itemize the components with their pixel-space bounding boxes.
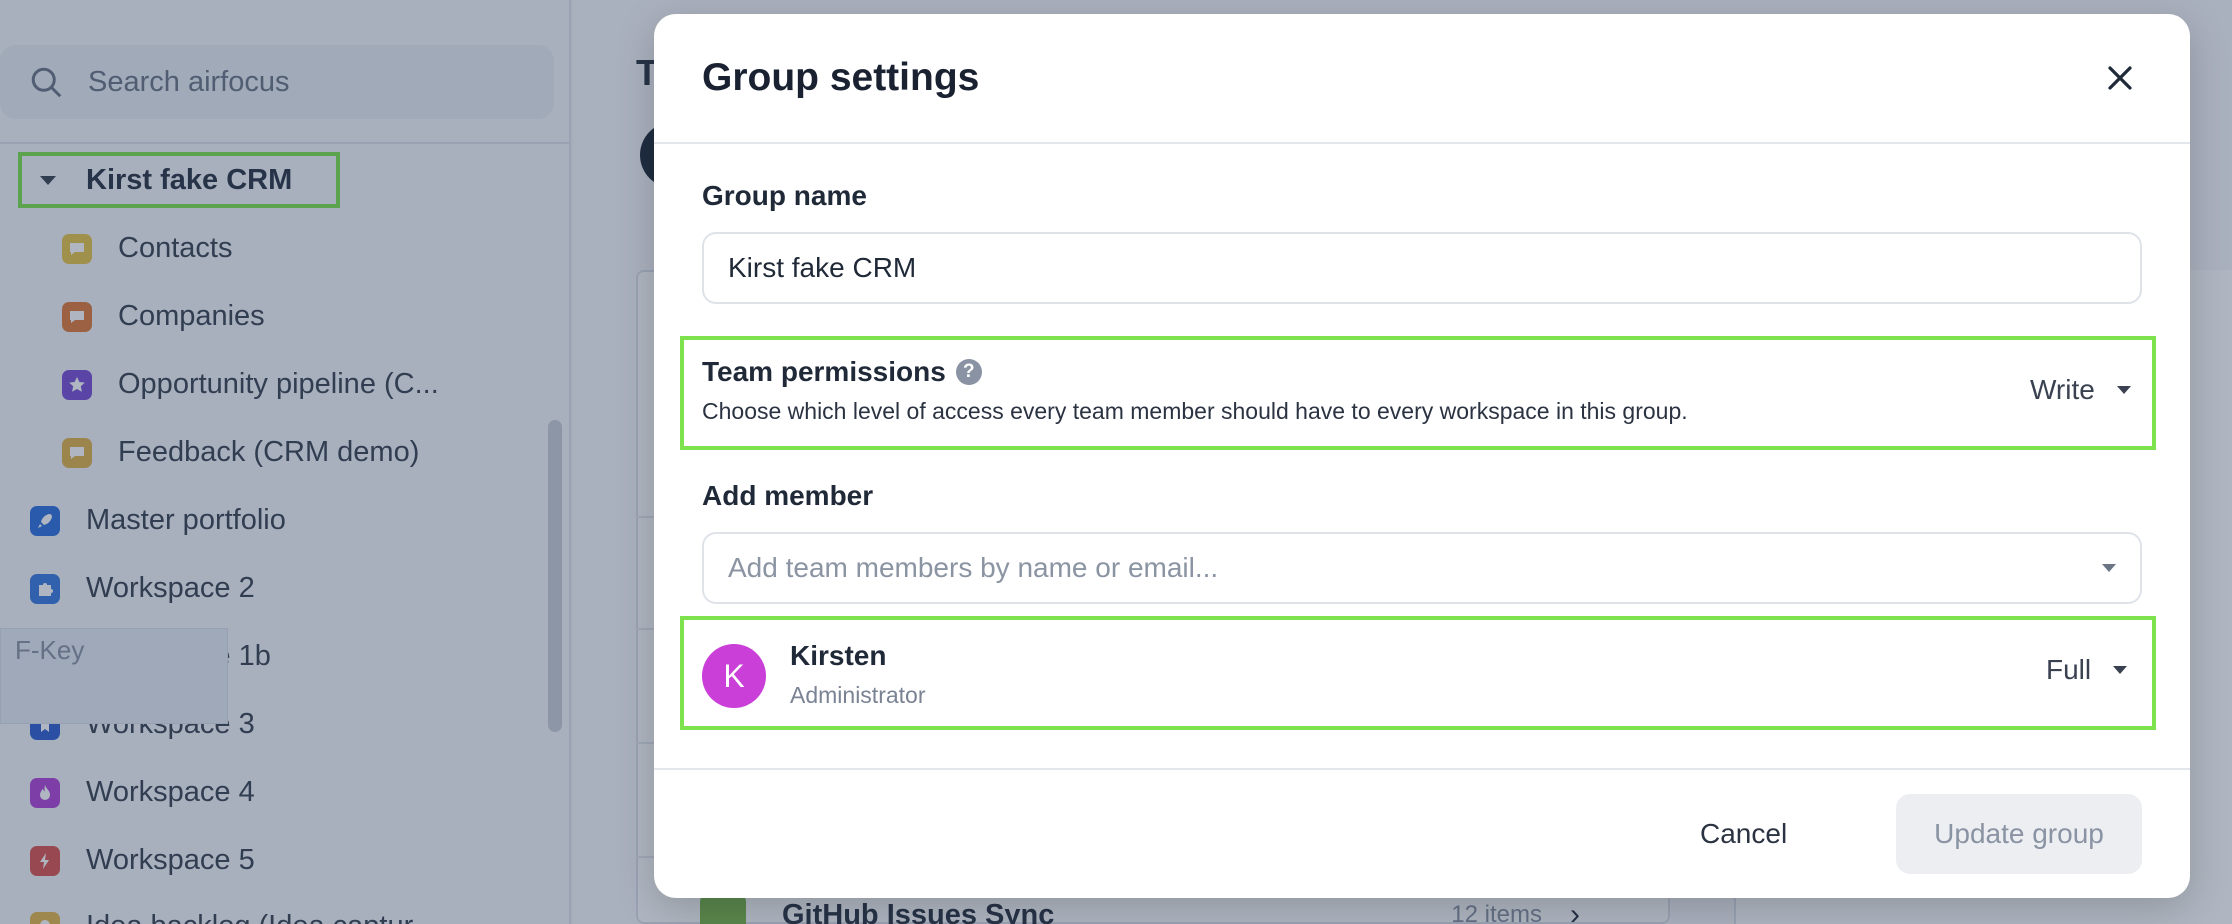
member-permission-select[interactable]: Full: [2046, 654, 2128, 686]
modal-footer: Cancel Update group: [654, 768, 2190, 898]
avatar: K: [702, 644, 766, 708]
group-name-input[interactable]: Kirst fake CRM: [702, 232, 2142, 304]
group-name-label: Group name: [702, 180, 867, 211]
modal-title: Group settings: [702, 56, 980, 99]
add-member-label: Add member: [702, 480, 874, 511]
cancel-button[interactable]: Cancel: [1700, 818, 1787, 850]
team-permissions-value: Write: [2030, 374, 2095, 405]
add-member-input[interactable]: Add team members by name or email...: [702, 532, 2142, 604]
team-permissions-label: Team permissions: [702, 356, 946, 387]
member-role: Administrator: [790, 682, 926, 708]
member-name: Kirsten: [790, 640, 887, 671]
modal-header: Group settings: [654, 14, 2190, 144]
caret-down-icon: [2113, 666, 2128, 674]
team-permissions-description: Choose which level of access every team …: [702, 398, 1688, 424]
member-permission-value: Full: [2046, 654, 2092, 685]
update-group-button[interactable]: Update group: [1896, 794, 2142, 874]
team-permissions-title: Team permissions ?: [702, 356, 982, 388]
caret-down-icon: [2102, 564, 2116, 572]
group-name-value: Kirst fake CRM: [728, 252, 917, 283]
help-icon[interactable]: ?: [955, 359, 982, 385]
close-icon: [2108, 66, 2132, 90]
group-settings-modal: Group settings Group name Kirst fake CRM…: [654, 14, 2190, 898]
add-member-placeholder: Add team members by name or email...: [728, 552, 1219, 583]
team-permissions-row: Team permissions ? Choose which level of…: [680, 336, 2156, 450]
team-permissions-select[interactable]: Write: [2030, 374, 2131, 406]
member-row: K Kirsten Administrator Full: [680, 616, 2156, 730]
close-button[interactable]: [2098, 56, 2142, 100]
caret-down-icon: [2116, 386, 2131, 394]
